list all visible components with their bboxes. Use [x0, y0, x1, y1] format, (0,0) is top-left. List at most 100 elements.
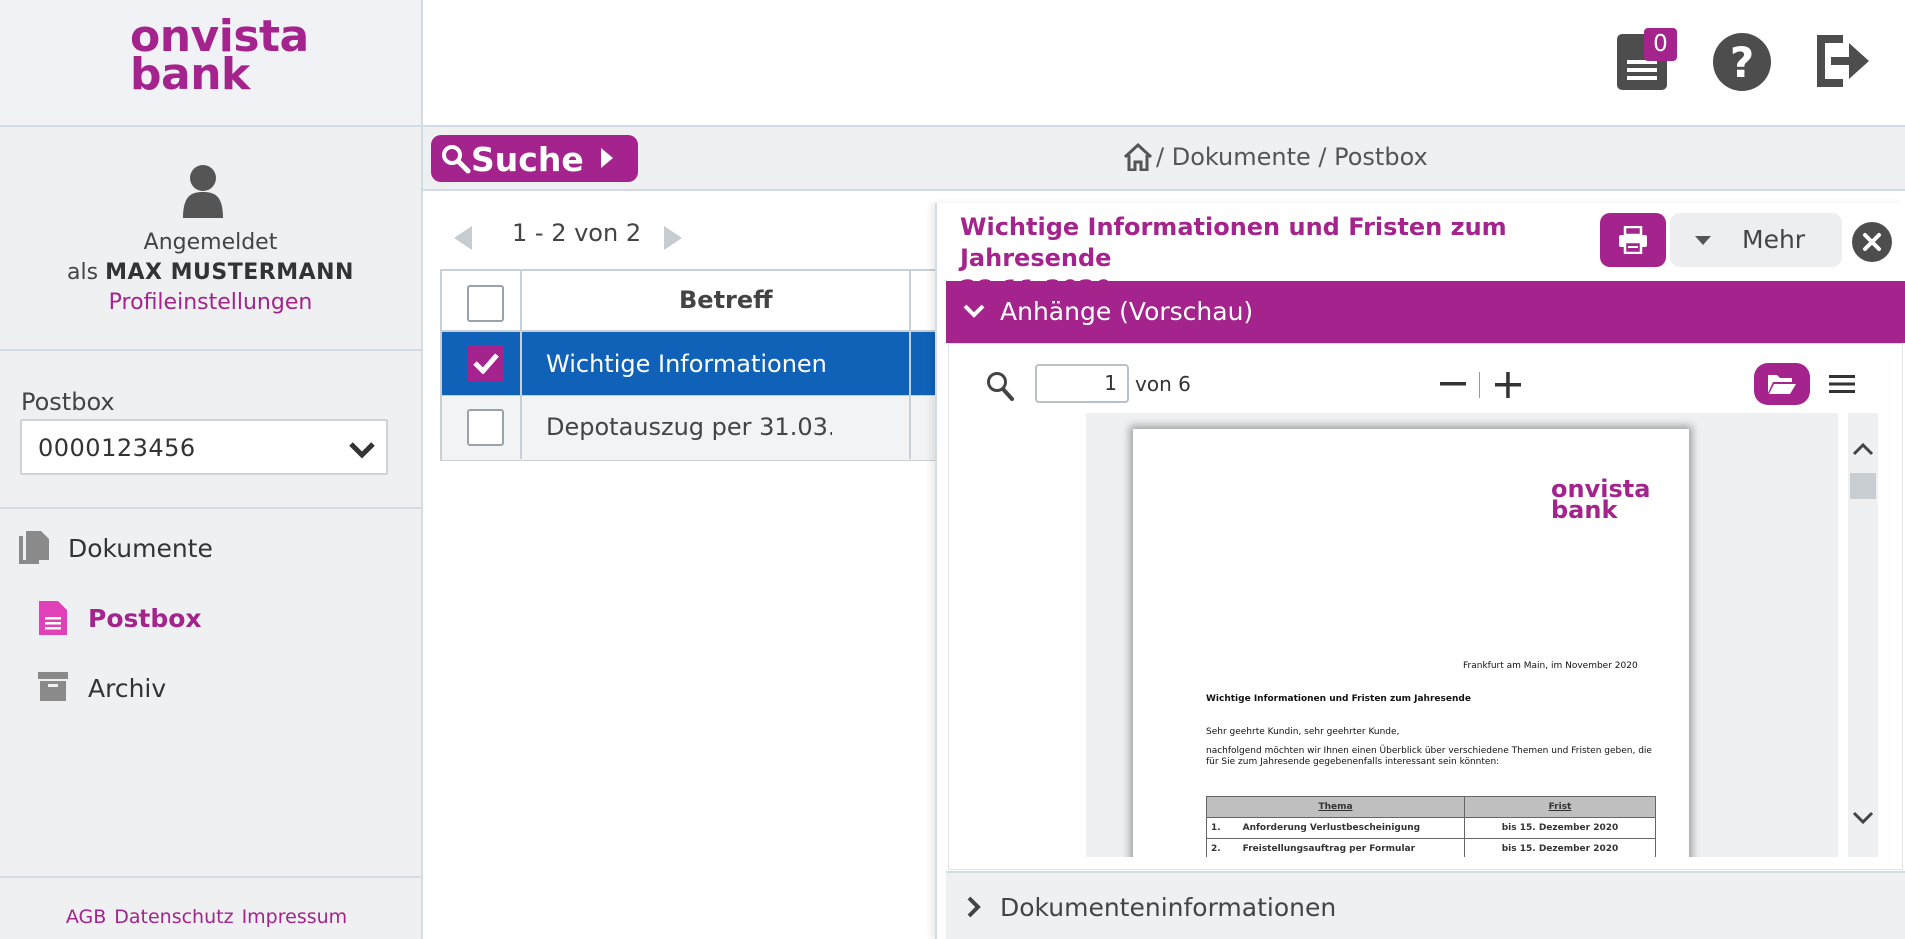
column-divider	[520, 271, 522, 459]
attachments-label: Anhänge (Vorschau)	[1000, 297, 1254, 326]
document-col-frist: Frist	[1464, 796, 1656, 818]
pager-text: 1 - 2 von 2	[512, 219, 642, 247]
nav-item-archiv[interactable]: Archiv	[0, 660, 421, 718]
search-icon	[442, 145, 471, 174]
zoom-out-icon[interactable]	[1439, 372, 1467, 396]
scroll-down-icon[interactable]	[1851, 810, 1875, 826]
postbox-document-icon	[39, 601, 67, 635]
documents-table: Betreff Wichtige Informationen und Frist…	[440, 269, 950, 461]
document-logo-line2: bank	[1551, 496, 1618, 524]
printer-icon	[1619, 226, 1647, 254]
onvista-bank-logo[interactable]: onvista bank	[130, 15, 309, 97]
folder-open-icon	[1768, 375, 1796, 394]
document-col-thema: Thema	[1206, 796, 1465, 818]
nav-item-postbox[interactable]: Postbox	[0, 590, 421, 648]
postbox-selector: Postbox 0000123456	[0, 351, 421, 509]
print-button[interactable]	[1600, 213, 1666, 267]
close-panel-button[interactable]	[1852, 222, 1892, 262]
document-preview-area: onvista bank Frankfurt am Main, im Novem…	[1086, 413, 1838, 857]
top-bar	[423, 0, 1905, 127]
search-button[interactable]: Suche	[431, 135, 638, 182]
select-all-checkbox[interactable]	[467, 285, 504, 322]
document-table-header-row: Thema Frist	[1206, 796, 1656, 818]
user-name: MAX MUSTERMANN	[105, 260, 354, 285]
page-count-label: von 6	[1135, 372, 1191, 396]
svg-text:?: ?	[1730, 38, 1754, 87]
nav-label-archiv: Archiv	[88, 674, 167, 703]
column-divider	[909, 271, 911, 459]
prev-page-icon[interactable]	[452, 225, 474, 251]
sidebar: onvista bank Angemeldet als MAX MUSTERMA…	[0, 0, 423, 939]
postbox-label: Postbox	[21, 388, 115, 416]
search-button-label: Suche	[471, 140, 584, 179]
chevron-down-icon	[349, 442, 375, 459]
scrollbar-thumb[interactable]	[1850, 473, 1876, 499]
user-info: Angemeldet als MAX MUSTERMANN Profileins…	[0, 127, 421, 351]
breadcrumb-path: / Dokumente / Postbox	[1156, 143, 1428, 171]
column-header-betreff[interactable]: Betreff	[679, 286, 773, 314]
agb-link[interactable]: AGB	[66, 906, 106, 928]
caret-down-icon	[1695, 236, 1711, 245]
search-icon[interactable]	[986, 371, 1014, 401]
open-file-button[interactable]	[1754, 363, 1810, 405]
document-row-frist: bis 15. Dezember 2020	[1464, 817, 1656, 839]
table-row[interactable]: Wichtige Informationen und Fristen zum J…	[442, 332, 950, 396]
table-header: Betreff	[442, 271, 948, 332]
row-checkbox[interactable]	[467, 409, 504, 446]
attachments-accordion-header[interactable]: Anhänge (Vorschau)	[946, 281, 1905, 343]
row-checkbox-checked[interactable]	[467, 345, 504, 382]
document-row-thema: 1. Anforderung Verlustbescheinigung	[1206, 817, 1465, 839]
document-logo: onvista bank	[1551, 477, 1650, 524]
help-icon[interactable]: ?	[1713, 33, 1771, 91]
more-label: Mehr	[1742, 225, 1806, 254]
caret-right-icon	[601, 148, 613, 168]
document-row-frist: bis 15. Dezember 2020	[1464, 838, 1656, 857]
document-page: onvista bank Frankfurt am Main, im Novem…	[1133, 429, 1689, 857]
document-body-line2: für Sie zum Jahresende gegebenenfalls in…	[1206, 757, 1500, 767]
datenschutz-link[interactable]: Datenschutz	[114, 906, 233, 928]
table-row[interactable]: Depotauszug per 31.03.2021 1	[442, 396, 950, 460]
checkmark-icon	[473, 353, 499, 374]
als-label: als	[67, 260, 99, 285]
user-name-line: als MAX MUSTERMANN	[0, 260, 421, 285]
document-row-topic: Freistellungsauftrag per Formular	[1242, 844, 1416, 854]
page-number-input[interactable]: 1	[1035, 364, 1129, 403]
logged-in-label: Angemeldet	[143, 230, 278, 255]
logout-icon[interactable]	[1813, 33, 1871, 89]
close-icon	[1863, 233, 1881, 251]
zoom-divider	[1479, 372, 1480, 398]
documents-icon	[19, 531, 49, 564]
user-avatar-icon	[183, 165, 223, 218]
menu-icon[interactable]	[1828, 373, 1856, 395]
profile-settings-link[interactable]: Profileinstellungen	[0, 290, 421, 315]
chevron-down-icon	[963, 304, 985, 318]
document-table-row: 2. Freistellungsauftrag per Formular bis…	[1206, 838, 1656, 857]
document-deadline-table: Thema Frist 1. Anforderung Verlustbesche…	[1206, 796, 1656, 857]
row-subject: Wichtige Informationen und Fristen zum J…	[546, 350, 832, 378]
postbox-dropdown-value: 0000123456	[38, 434, 196, 462]
document-row-topic: Anforderung Verlustbescheinigung	[1242, 823, 1421, 833]
nav-label-dokumente: Dokumente	[68, 534, 213, 563]
scroll-up-icon[interactable]	[1851, 441, 1875, 457]
notification-count-badge: 0	[1644, 28, 1677, 61]
zoom-in-icon[interactable]	[1494, 372, 1522, 398]
footer-links: AGB Datenschutz Impressum	[0, 876, 421, 939]
next-page-icon[interactable]	[662, 225, 684, 251]
breadcrumb: / Dokumente / Postbox	[1123, 143, 1428, 171]
document-body-line1: nachfolgend möchten wir Ihnen einen Über…	[1206, 746, 1652, 756]
document-row-thema: 2. Freistellungsauftrag per Formular	[1206, 838, 1465, 857]
nav-label-postbox: Postbox	[88, 604, 202, 633]
row-subject: Depotauszug per 31.03.2021	[546, 413, 832, 441]
more-dropdown-button[interactable]: Mehr	[1670, 213, 1842, 267]
document-salutation: Sehr geehrte Kundin, sehr geehrter Kunde…	[1206, 727, 1400, 737]
logo-area: onvista bank	[0, 0, 421, 127]
impressum-link[interactable]: Impressum	[242, 906, 348, 928]
document-info-accordion-header[interactable]: Dokumenteninformationen	[946, 871, 1905, 939]
document-heading: Wichtige Informationen und Fristen zum J…	[1206, 694, 1471, 704]
home-icon[interactable]	[1123, 143, 1153, 171]
document-row-number: 1.	[1211, 823, 1221, 833]
postbox-dropdown[interactable]: 0000123456	[20, 419, 388, 475]
nav-item-dokumente[interactable]: Dokumente	[0, 520, 421, 578]
document-row-number: 2.	[1211, 844, 1221, 854]
document-place-date: Frankfurt am Main, im November 2020	[1463, 661, 1638, 671]
